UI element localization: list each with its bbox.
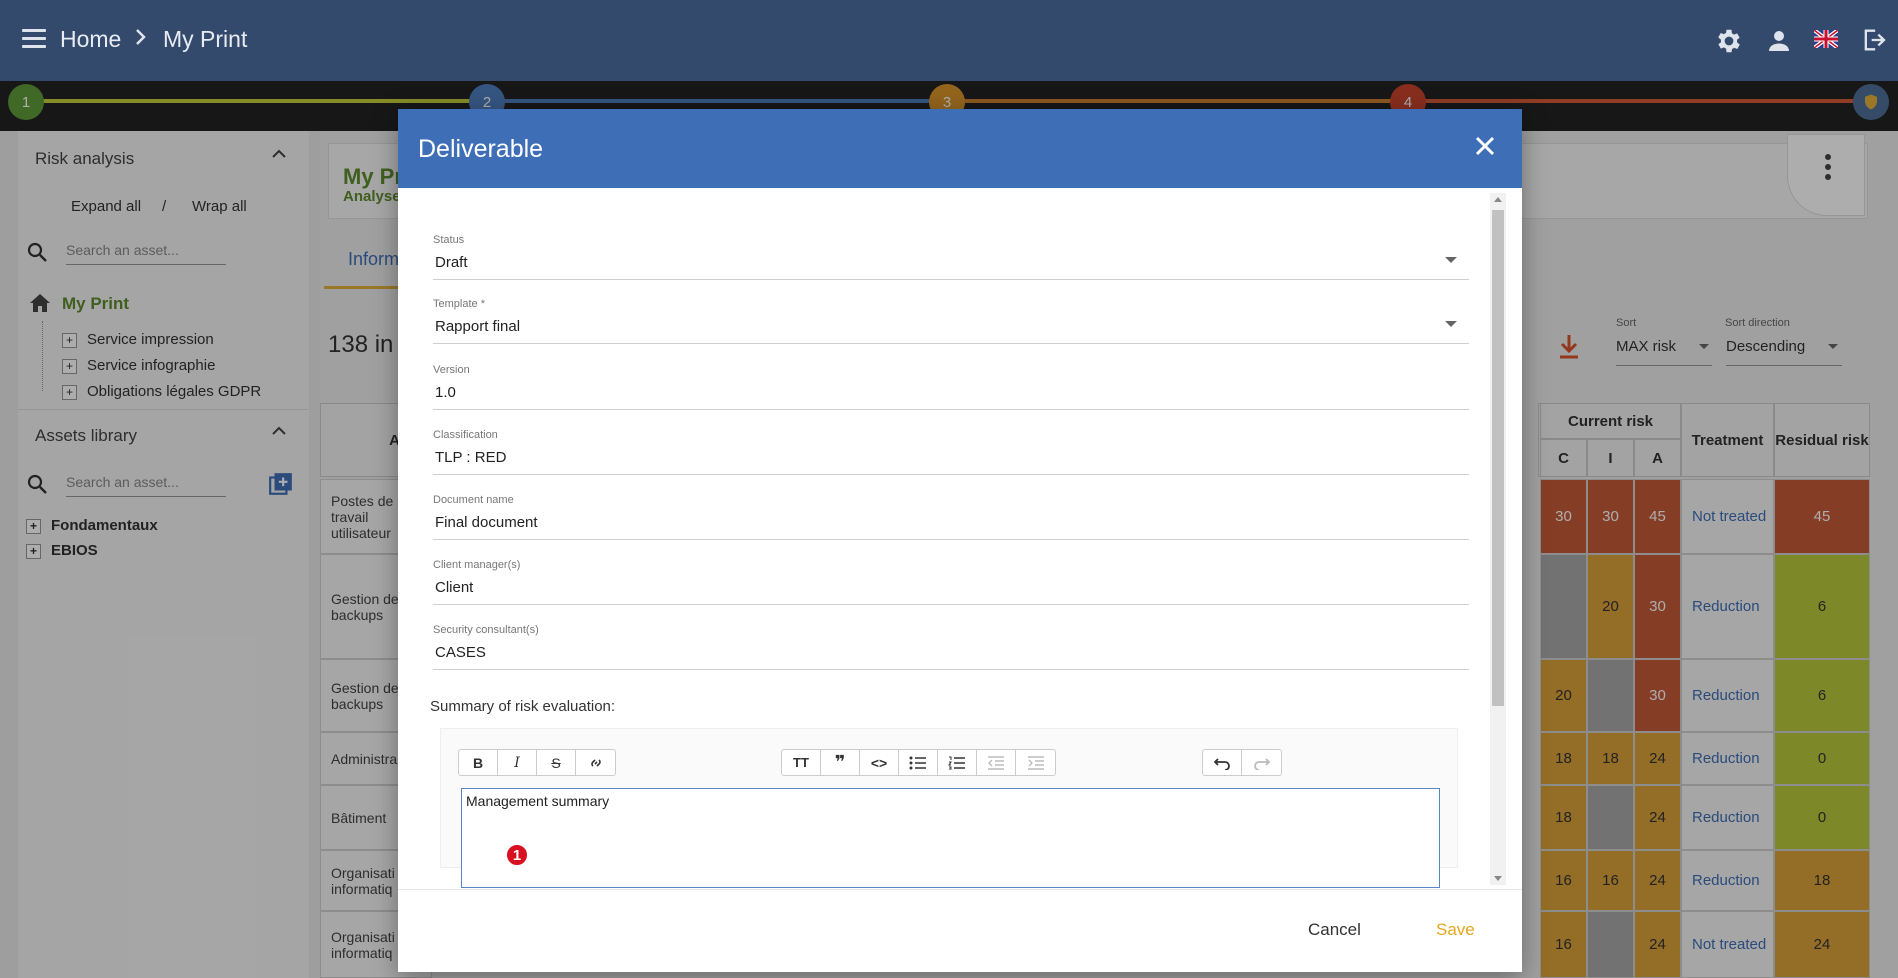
dialog-scrollbar[interactable] bbox=[1490, 193, 1506, 885]
security-consultant-field[interactable]: Security consultant(s) CASES bbox=[433, 624, 1469, 670]
dialog-title: Deliverable bbox=[418, 135, 544, 163]
scroll-down-arrow-icon[interactable] bbox=[1494, 876, 1502, 881]
dialog-header: Deliverable bbox=[398, 109, 1522, 188]
code-icon[interactable]: <> bbox=[860, 750, 899, 775]
template-value: Rapport final bbox=[435, 318, 521, 335]
client-manager-field[interactable]: Client manager(s) Client bbox=[433, 559, 1469, 605]
annotation-badge: 1 bbox=[505, 843, 529, 867]
version-label: Version bbox=[433, 364, 470, 376]
block-toolbar-group: TT ❞ <> bbox=[781, 749, 1056, 776]
save-button[interactable]: Save bbox=[1436, 920, 1475, 940]
heading-icon[interactable]: TT bbox=[782, 750, 821, 775]
indent-icon[interactable] bbox=[1016, 750, 1055, 775]
template-select[interactable]: Template * Rapport final bbox=[433, 298, 1469, 344]
link-icon[interactable] bbox=[576, 750, 615, 775]
dialog-footer: Cancel Save bbox=[398, 889, 1522, 972]
close-icon[interactable] bbox=[1470, 131, 1500, 161]
status-label: Status bbox=[433, 234, 465, 246]
scroll-up-arrow-icon[interactable] bbox=[1494, 197, 1502, 202]
version-value: 1.0 bbox=[435, 384, 456, 401]
logout-icon[interactable] bbox=[1860, 26, 1890, 56]
numbered-list-icon[interactable] bbox=[938, 750, 977, 775]
template-label: Template * bbox=[433, 298, 485, 310]
status-select[interactable]: Status Draft bbox=[433, 234, 1469, 280]
gear-icon[interactable] bbox=[1714, 26, 1744, 56]
user-icon[interactable] bbox=[1764, 26, 1794, 56]
uk-flag-icon[interactable] bbox=[1812, 28, 1840, 50]
undo-icon[interactable] bbox=[1203, 750, 1242, 775]
format-toolbar-group: B I S bbox=[458, 749, 616, 776]
dropdown-caret-icon[interactable] bbox=[1445, 257, 1457, 263]
breadcrumb-home[interactable]: Home bbox=[60, 26, 121, 53]
quote-icon[interactable]: ❞ bbox=[821, 750, 860, 775]
deliverable-dialog: Deliverable Status Draft Template * Rapp… bbox=[398, 109, 1522, 972]
redo-icon[interactable] bbox=[1242, 750, 1281, 775]
client-manager-value: Client bbox=[435, 579, 474, 596]
security-consultant-label: Security consultant(s) bbox=[433, 624, 539, 636]
status-value: Draft bbox=[435, 254, 468, 271]
security-consultant-value: CASES bbox=[435, 644, 486, 661]
scrollbar-thumb[interactable] bbox=[1492, 210, 1504, 706]
italic-icon[interactable]: I bbox=[498, 750, 537, 775]
breadcrumb-current: My Print bbox=[163, 26, 248, 52]
version-field[interactable]: Version 1.0 bbox=[433, 364, 1469, 410]
hamburger-menu-icon[interactable] bbox=[22, 29, 46, 49]
document-name-field[interactable]: Document name Final document bbox=[433, 494, 1469, 540]
client-manager-label: Client manager(s) bbox=[433, 559, 521, 571]
dialog-body: Status Draft Template * Rapport final Ve… bbox=[398, 188, 1522, 889]
outdent-icon[interactable] bbox=[977, 750, 1016, 775]
chevron-right-icon bbox=[134, 26, 148, 54]
classification-label: Classification bbox=[433, 429, 498, 441]
document-name-value: Final document bbox=[435, 514, 538, 531]
classification-value: TLP : RED bbox=[435, 449, 507, 466]
document-name-label: Document name bbox=[433, 494, 514, 506]
dropdown-caret-icon[interactable] bbox=[1445, 321, 1457, 327]
bullet-list-icon[interactable] bbox=[899, 750, 938, 775]
classification-field[interactable]: Classification TLP : RED bbox=[433, 429, 1469, 475]
top-bar: Home My Print bbox=[0, 0, 1898, 81]
bold-icon[interactable]: B bbox=[459, 750, 498, 775]
strikethrough-icon[interactable]: S bbox=[537, 750, 576, 775]
cancel-button[interactable]: Cancel bbox=[1308, 920, 1361, 940]
summary-editor-input[interactable]: Management summary bbox=[461, 788, 1440, 888]
rich-text-editor: B I S TT ❞ <> Management summary bbox=[440, 728, 1458, 888]
summary-label: Summary of risk evaluation: bbox=[430, 698, 616, 715]
history-toolbar-group bbox=[1202, 749, 1282, 776]
